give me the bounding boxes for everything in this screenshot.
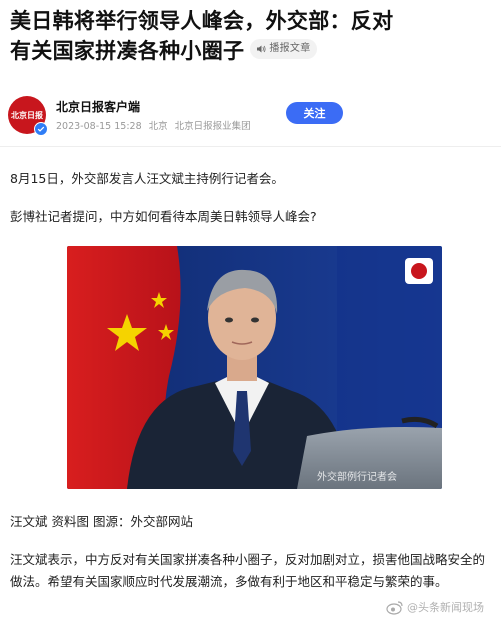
tts-label: 播报文章 (269, 43, 311, 54)
tts-button[interactable]: 播报文章 (250, 39, 317, 59)
author-bar: 北京日报 北京日报客户端 2023-08-15 15:28 北京 北京日报报业集团 … (8, 96, 494, 138)
avatar-text: 北京日报 (11, 109, 43, 120)
weibo-logo-icon (386, 600, 403, 615)
speaker-icon (257, 45, 266, 53)
article-title-line-1: 美日韩将举行领导人峰会，外交部：反对 (10, 9, 394, 33)
publish-location: 北京 (148, 121, 168, 132)
paragraph-3: 汪文斌表示，中方反对有关国家拼凑各种小圈子，反对加剧对立，损害他国战略安全的做法… (10, 552, 486, 589)
paragraph-1: 8月15日，外交部发言人汪文斌主持例行记者会。 (10, 171, 284, 186)
paragraph-2: 彭博社记者提问，中方如何看待本周美日韩领导人峰会? (10, 209, 317, 224)
author-name[interactable]: 北京日报客户端 (56, 98, 140, 115)
verified-badge-icon (34, 122, 48, 136)
photo-overlay-text: 外交部例行记者会 (317, 472, 397, 483)
article-title: 美日韩将举行领导人峰会，外交部：反对 有关国家拼凑各种小圈子 播报文章 (10, 6, 494, 66)
article-title-line-2: 有关国家拼凑各种小圈子 播报文章 (10, 36, 494, 66)
watermark: @头条新闻现场 (386, 597, 484, 617)
author-meta: 2023-08-15 15:28 北京 北京日报报业集团 (56, 118, 258, 132)
article-photo[interactable]: 外交部例行记者会 (67, 246, 442, 489)
publisher-org: 北京日报报业集团 (174, 121, 251, 132)
photo-caption: 汪文斌 资料图 图源：外交部网站 (10, 514, 193, 529)
watermark-text: @头条新闻现场 (407, 601, 484, 614)
publish-datetime: 2023-08-15 15:28 (56, 121, 142, 132)
follow-button[interactable]: 关注 (286, 102, 343, 124)
divider (0, 146, 501, 147)
article-title-line-2-text: 有关国家拼凑各种小圈子 (10, 39, 245, 63)
